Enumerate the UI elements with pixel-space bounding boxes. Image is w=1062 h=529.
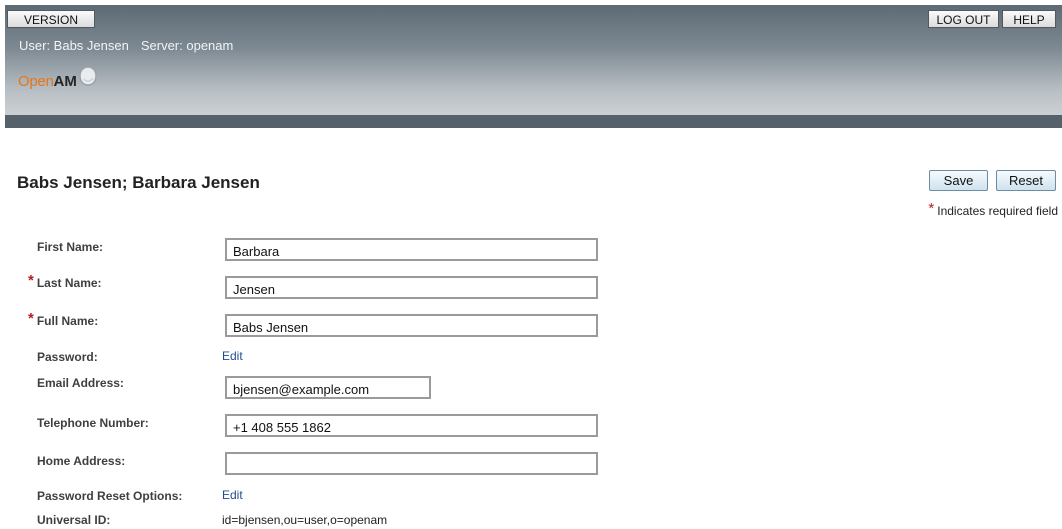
universal-id-value: id=bjensen,ou=user,o=openam (222, 513, 388, 527)
required-note-text: Indicates required field (937, 204, 1058, 218)
required-asterisk-icon: * (28, 310, 34, 327)
reset-button[interactable]: Reset (996, 170, 1056, 191)
telephone-field[interactable] (225, 414, 598, 437)
universal-id-label: Universal ID: (37, 513, 111, 527)
password-reset-edit-link[interactable]: Edit (222, 488, 243, 502)
first-name-label: First Name: (37, 240, 104, 254)
openam-logo: Open AM (18, 66, 98, 96)
first-name-field[interactable] (225, 238, 598, 261)
home-address-field[interactable] (225, 452, 598, 475)
version-button[interactable]: VERSION (7, 10, 95, 28)
logout-button[interactable]: LOG OUT (928, 10, 999, 28)
password-reset-label: Password Reset Options: (37, 489, 183, 503)
email-label: Email Address: (37, 376, 124, 390)
password-edit-link[interactable]: Edit (222, 349, 243, 363)
server-text: Server: openam (140, 38, 234, 53)
user-server-info: User: Babs Jensen Server: openam (19, 38, 233, 53)
last-name-field[interactable] (225, 276, 598, 299)
full-name-label: Full Name: (36, 314, 99, 328)
page-title: Babs Jensen; Barbara Jensen (17, 173, 260, 192)
email-field[interactable] (225, 376, 431, 399)
masthead (5, 5, 1062, 128)
full-name-label-wrap: * Full Name: (28, 310, 99, 329)
full-name-field[interactable] (225, 314, 598, 337)
user-text: User: Babs Jensen (19, 38, 129, 53)
required-asterisk-icon: * (928, 200, 935, 217)
password-label: Password: (37, 350, 98, 364)
required-note: * Indicates required field (928, 200, 1058, 219)
logo-mark-icon (79, 66, 97, 86)
masthead-divider (5, 115, 1062, 128)
required-asterisk-icon: * (28, 272, 34, 289)
last-name-label-wrap: * Last Name: (28, 272, 102, 291)
save-button[interactable]: Save (929, 170, 988, 191)
telephone-label: Telephone Number: (37, 416, 149, 430)
help-button[interactable]: HELP (1002, 10, 1056, 28)
last-name-label: Last Name: (36, 276, 102, 290)
home-address-label: Home Address: (37, 454, 126, 468)
logo-am-text: AM (53, 72, 77, 90)
logo-open-text: Open (18, 72, 54, 90)
